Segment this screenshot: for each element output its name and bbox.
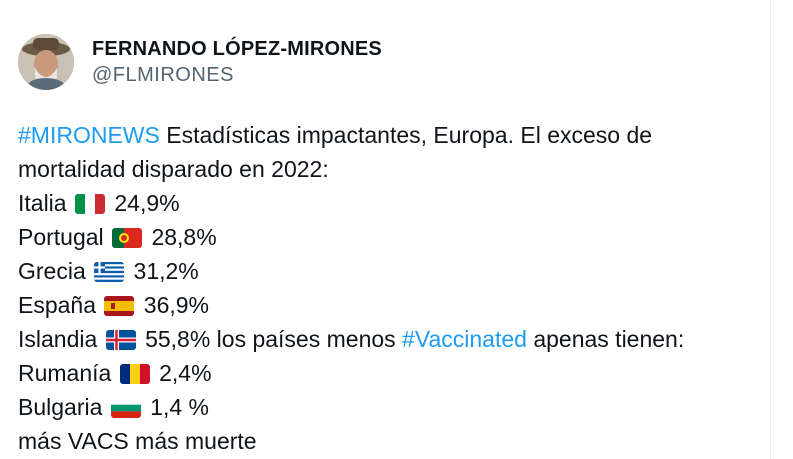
tweet-text-segment: Estadísticas impactantes, Europa. El exc… <box>159 122 653 148</box>
country-value: 1,4 % <box>150 394 209 420</box>
avatar[interactable] <box>18 34 74 90</box>
tweet-text-segment: mortalidad disparado en 2022: <box>18 156 329 182</box>
country-row-rumania: Rumanía 2,4% <box>18 356 758 390</box>
country-row-islandia: Islandia 55,8% los países menos #Vaccina… <box>18 322 758 356</box>
country-row-bulgaria: Bulgaria 1,4 % <box>18 390 758 424</box>
portugal-flag-icon <box>112 228 143 248</box>
country-value: 36,9% <box>143 292 210 318</box>
country-name: Rumanía <box>18 360 112 386</box>
tweet-line: mortalidad disparado en 2022: <box>18 152 758 186</box>
country-name: Portugal <box>18 224 104 250</box>
country-row-portugal: Portugal 28,8% <box>18 220 758 254</box>
country-name: Grecia <box>18 258 86 284</box>
column-divider <box>770 0 771 459</box>
bulgaria-flag-icon <box>110 398 141 418</box>
iceland-flag-icon <box>105 330 136 350</box>
tweet-closing-line: más VACS más muerte <box>18 424 758 458</box>
country-name: Italia <box>18 190 67 216</box>
hashtag-mironews[interactable]: #MIRONEWS <box>18 122 160 148</box>
author-names: FERNANDO LÓPEZ-MIRONES @FLMIRONES <box>92 36 382 88</box>
author-display-name[interactable]: FERNANDO LÓPEZ-MIRONES <box>92 36 382 62</box>
greece-flag-icon <box>94 262 125 282</box>
tweet-text-segment: más VACS más muerte <box>18 428 257 454</box>
author-handle[interactable]: @FLMIRONES <box>92 62 382 88</box>
country-row-grecia: Grecia 31,2% <box>18 254 758 288</box>
country-row-italia: Italia 24,9% <box>18 186 758 220</box>
country-name: España <box>18 292 97 318</box>
country-row-espana: España 36,9% <box>18 288 758 322</box>
tweet-text: #MIRONEWS Estadísticas impactantes, Euro… <box>18 118 758 458</box>
tweet-text-segment: apenas tienen: <box>526 326 685 352</box>
tweet-line: #MIRONEWS Estadísticas impactantes, Euro… <box>18 118 758 152</box>
spain-flag-icon <box>104 296 135 316</box>
tweet-header: FERNANDO LÓPEZ-MIRONES @FLMIRONES <box>18 34 382 90</box>
country-value: 31,2% <box>133 258 199 284</box>
country-name: Bulgaria <box>18 394 103 420</box>
italy-flag-icon <box>74 194 105 214</box>
country-value: 24,9% <box>114 190 180 216</box>
country-name: Islandia <box>18 326 98 352</box>
country-value: 28,8% <box>151 224 217 250</box>
tweet-text-segment: 55,8% los países menos <box>145 326 403 352</box>
romania-flag-icon <box>119 364 150 384</box>
hashtag-vaccinated[interactable]: #Vaccinated <box>402 326 527 352</box>
country-value: 2,4% <box>159 360 212 386</box>
